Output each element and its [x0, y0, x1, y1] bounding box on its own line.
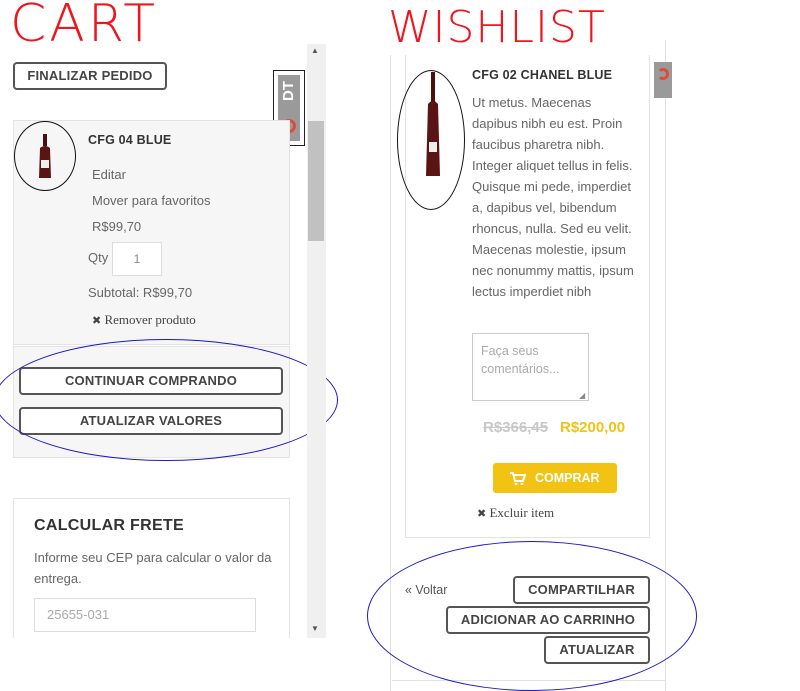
tall-bottle-image-icon[interactable]	[422, 72, 444, 180]
comment-textarea[interactable]: Faça seus comentários...	[472, 333, 589, 401]
remove-product-link[interactable]: ✖ Remover produto	[92, 312, 196, 328]
remove-item-label: Excluir item	[489, 505, 555, 520]
wishlist-annotation: WISHLIST	[388, 2, 606, 53]
cart-icon	[510, 472, 526, 485]
scroll-up-arrow-icon[interactable]: ▲	[311, 46, 319, 55]
close-icon: ✖	[477, 507, 487, 520]
remove-wishlist-item-link[interactable]: ✖ Excluir item	[477, 505, 554, 521]
cep-input[interactable]: 25655-031	[34, 598, 256, 632]
magnet-icon	[657, 68, 669, 80]
scroll-down-arrow-icon[interactable]: ▼	[311, 624, 319, 633]
shipping-title: CALCULAR FRETE	[34, 517, 184, 534]
cart-product-price: R$99,70	[92, 219, 142, 234]
shipping-description: Informe seu CEP para calcular o valor da…	[34, 550, 272, 586]
cart-buttons-annotation-ellipse	[0, 339, 338, 461]
move-to-favorites-link[interactable]: Mover para favoritos	[92, 193, 211, 208]
new-price: R$200,00	[560, 419, 626, 436]
finalize-order-button[interactable]: FINALIZAR PEDIDO	[13, 62, 167, 90]
wishlist-buttons-annotation-ellipse	[367, 541, 697, 691]
debug-toolbar-label: DT	[280, 81, 297, 101]
cart-bottom-area	[0, 638, 330, 691]
edit-link[interactable]: Editar	[92, 167, 126, 182]
bottle-thumbnail-icon[interactable]	[36, 134, 54, 180]
qty-label: Qty	[88, 250, 109, 265]
wishlist-product-name[interactable]: CFG 02 CHANEL BLUE	[472, 68, 612, 82]
remove-product-label: Remover produto	[104, 312, 196, 327]
qty-input[interactable]: 1	[112, 242, 162, 276]
resize-handle-icon[interactable]: ◢	[579, 391, 585, 400]
wishlist-product-description: Ut metus. Maecenas dapibus nibh eu est. …	[472, 95, 634, 299]
cart-product-name[interactable]: CFG 04 BLUE	[88, 133, 171, 147]
cart-annotation: CART	[10, 0, 158, 54]
scrollbar-thumb[interactable]	[308, 121, 324, 241]
buy-button[interactable]: COMPRAR	[493, 463, 617, 493]
buy-button-label: COMPRAR	[535, 471, 600, 485]
old-price: R$366,45	[483, 419, 549, 436]
cart-subtotal: Subtotal: R$99,70	[88, 285, 193, 300]
debug-toolbar-tab-small[interactable]	[654, 62, 672, 98]
close-icon: ✖	[92, 314, 102, 327]
